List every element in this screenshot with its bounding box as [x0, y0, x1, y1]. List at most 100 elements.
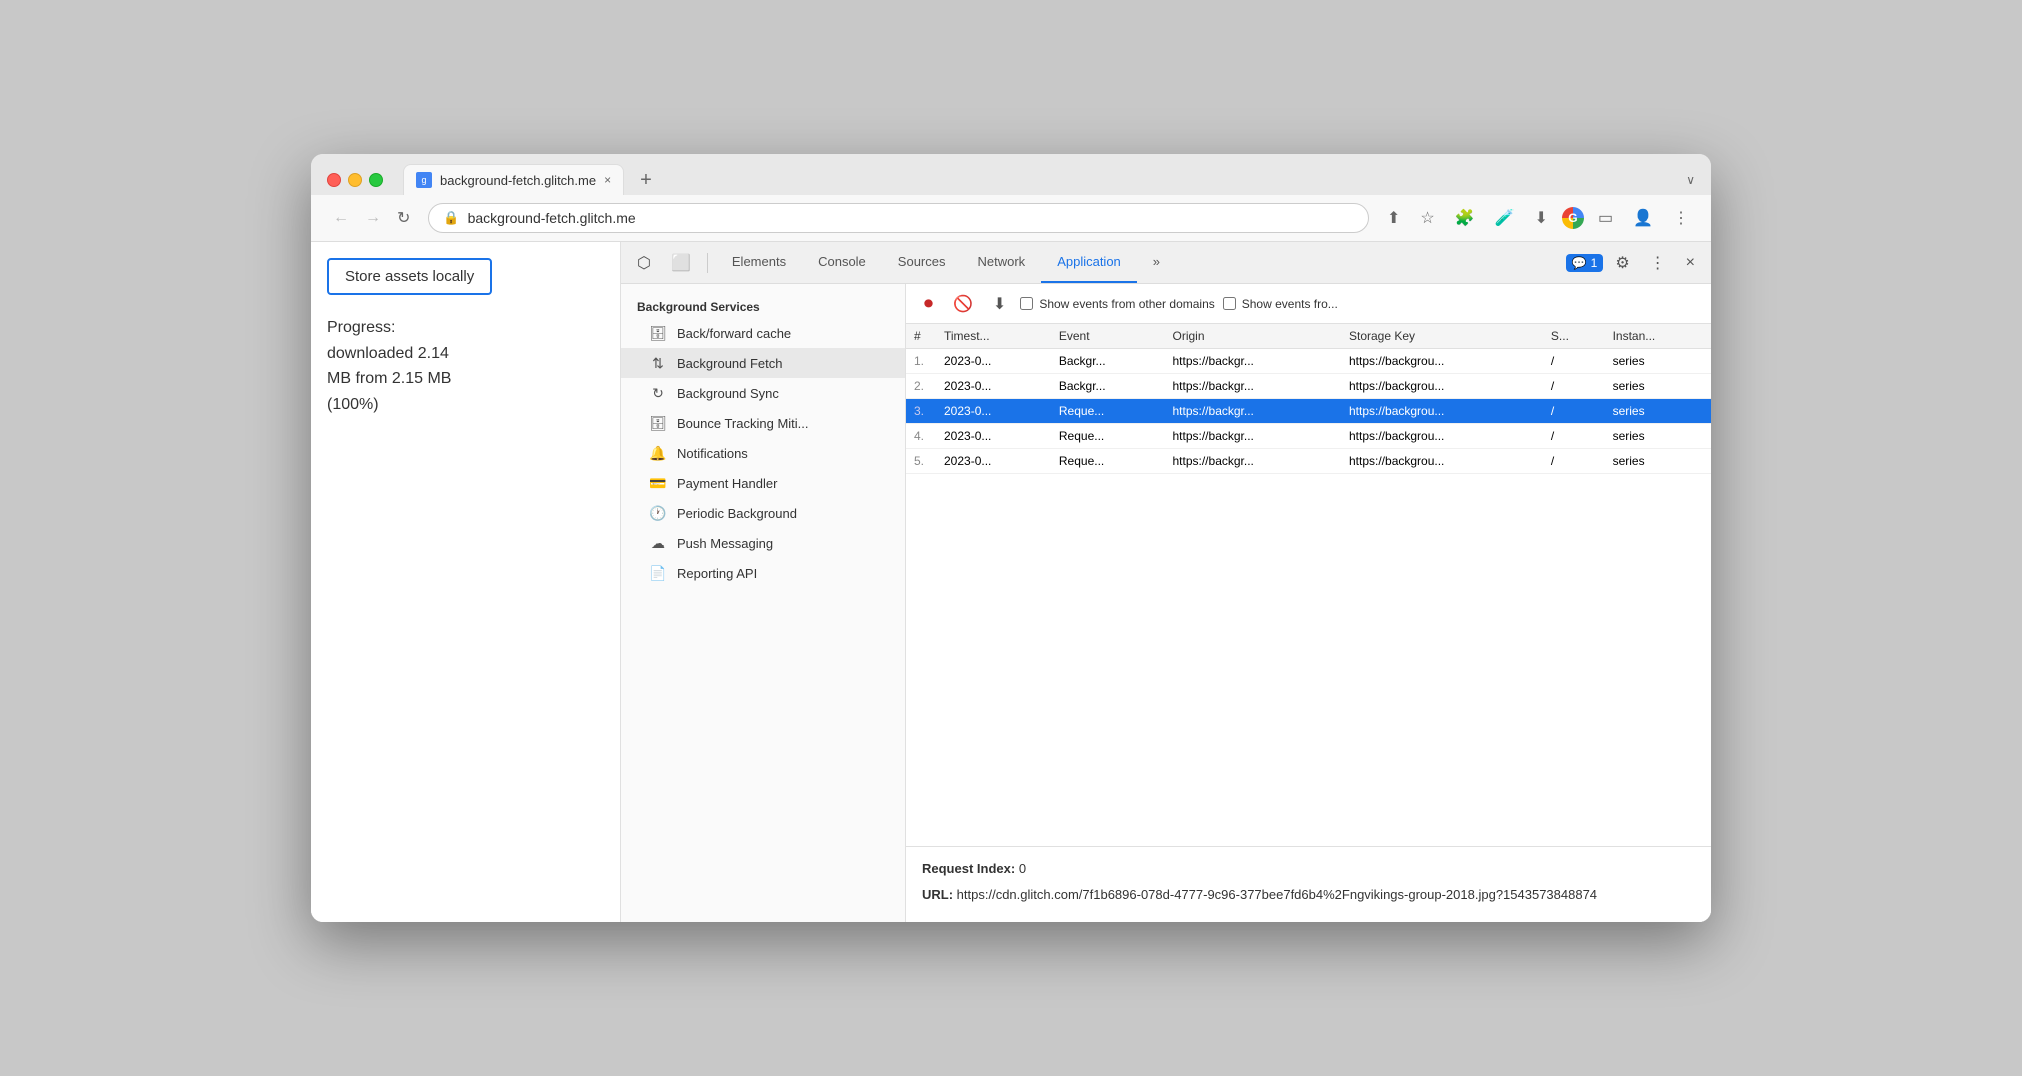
cell-timestamp: 2023-0...: [936, 349, 1051, 374]
cell-event: Reque...: [1051, 399, 1165, 424]
notification-badge[interactable]: 💬 1: [1566, 254, 1604, 272]
tab-elements[interactable]: Elements: [716, 242, 802, 283]
cell-num: 4.: [906, 424, 936, 449]
cell-origin: https://backgr...: [1165, 349, 1342, 374]
share-icon[interactable]: ⬆: [1381, 204, 1406, 232]
maximize-button[interactable]: [369, 173, 383, 187]
close-button[interactable]: [327, 173, 341, 187]
new-tab-button[interactable]: +: [632, 170, 660, 190]
sidebar-item-background-fetch[interactable]: ⇅ Background Fetch: [621, 348, 905, 378]
sidebar-item-bounce-tracking[interactable]: 🗄 Bounce Tracking Miti...: [621, 408, 905, 438]
sidebar-item-push-messaging[interactable]: ☁ Push Messaging: [621, 528, 905, 558]
sidebar-item-label: Background Fetch: [677, 356, 783, 371]
notifications-icon: 🔔: [649, 444, 667, 462]
menu-icon[interactable]: ⋮: [1667, 204, 1695, 232]
tab-sources[interactable]: Sources: [882, 242, 962, 283]
store-assets-button[interactable]: Store assets locally: [327, 258, 492, 295]
sidebar-item-background-sync[interactable]: ↻ Background Sync: [621, 378, 905, 408]
clear-button[interactable]: 🚫: [947, 291, 979, 317]
cell-timestamp: 2023-0...: [936, 449, 1051, 474]
sidebar-item-label: Periodic Background: [677, 506, 797, 521]
devtools-more-button[interactable]: ⋮: [1642, 249, 1674, 277]
sidebar-item-payment-handler[interactable]: 💳 Payment Handler: [621, 468, 905, 498]
record-button[interactable]: ⏺: [918, 290, 939, 317]
google-icon[interactable]: G: [1562, 207, 1584, 229]
device-toolbar-button[interactable]: ⬜: [663, 249, 699, 277]
devtools-right-controls: 💬 1 ⚙ ⋮ ×: [1566, 249, 1703, 277]
cell-s: /: [1543, 449, 1605, 474]
refresh-button[interactable]: ↻: [391, 204, 416, 232]
cell-num: 2.: [906, 374, 936, 399]
col-timestamp: Timest...: [936, 324, 1051, 349]
table-row[interactable]: 2. 2023-0... Backgr... https://backgr...…: [906, 374, 1711, 399]
cell-event: Reque...: [1051, 424, 1165, 449]
minimize-button[interactable]: [348, 173, 362, 187]
browser-tab[interactable]: g background-fetch.glitch.me ×: [403, 164, 624, 195]
sidebar-item-reporting-api[interactable]: 📄 Reporting API: [621, 558, 905, 588]
cell-storage-key: https://backgrou...: [1341, 449, 1543, 474]
table-row[interactable]: 4. 2023-0... Reque... https://backgr... …: [906, 424, 1711, 449]
devtools-settings-button[interactable]: ⚙: [1607, 249, 1637, 277]
tab-more[interactable]: »: [1137, 242, 1176, 283]
tab-close-button[interactable]: ×: [604, 173, 611, 187]
cell-timestamp: 2023-0...: [936, 424, 1051, 449]
sidebar-item-notifications[interactable]: 🔔 Notifications: [621, 438, 905, 468]
devtools-sidebar: Background Services 🗄 Back/forward cache…: [621, 284, 906, 922]
background-fetch-icon: ⇅: [649, 354, 667, 372]
sidebar-item-label: Push Messaging: [677, 536, 773, 551]
cell-instance: series: [1605, 449, 1711, 474]
cell-num: 5.: [906, 449, 936, 474]
devtools-close-button[interactable]: ×: [1678, 250, 1703, 276]
address-input[interactable]: 🔒 background-fetch.glitch.me: [428, 203, 1369, 233]
profile-icon[interactable]: 🧪: [1489, 204, 1521, 232]
request-index-value: 0: [1019, 861, 1026, 876]
table-row[interactable]: 3. 2023-0... Reque... https://backgr... …: [906, 399, 1711, 424]
log-controls: ⏺ 🚫 ⬇ Show events from other domains Sho…: [906, 284, 1711, 324]
tab-application[interactable]: Application: [1041, 242, 1137, 283]
sidebar-toggle-icon[interactable]: ▭: [1592, 204, 1619, 232]
download-icon[interactable]: ⬇: [1529, 204, 1554, 232]
progress-line1: Progress:: [327, 315, 604, 341]
col-s: S...: [1543, 324, 1605, 349]
extensions-icon[interactable]: 🧩: [1449, 204, 1481, 232]
sidebar-item-periodic-background[interactable]: 🕐 Periodic Background: [621, 498, 905, 528]
profile-avatar-icon[interactable]: 👤: [1627, 204, 1659, 232]
tab-dropdown-button[interactable]: ∨: [1686, 173, 1695, 187]
url-label: URL:: [922, 887, 953, 902]
back-button[interactable]: ←: [327, 205, 355, 231]
inspect-element-button[interactable]: ⬡: [629, 249, 659, 277]
toolbar-icons: ⬆ ☆ 🧩 🧪 ⬇ G ▭ 👤 ⋮: [1381, 204, 1695, 232]
progress-line2: downloaded 2.14: [327, 341, 604, 367]
progress-line4: (100%): [327, 392, 604, 418]
cell-instance: series: [1605, 424, 1711, 449]
tab-network[interactable]: Network: [962, 242, 1042, 283]
col-event: Event: [1051, 324, 1165, 349]
bounce-tracking-icon: 🗄: [649, 414, 667, 432]
show-other-domains-checkbox[interactable]: Show events from other domains: [1020, 297, 1214, 311]
cell-origin: https://backgr...: [1165, 449, 1342, 474]
progress-text: Progress: downloaded 2.14 MB from 2.15 M…: [327, 315, 604, 417]
sidebar-item-back-forward-cache[interactable]: 🗄 Back/forward cache: [621, 318, 905, 348]
devtools-tabs: Elements Console Sources Network Applica…: [716, 242, 1176, 283]
sidebar-item-label: Bounce Tracking Miti...: [677, 416, 809, 431]
sidebar-section-title: Background Services: [621, 292, 905, 318]
cell-event: Backgr...: [1051, 374, 1165, 399]
download-log-button[interactable]: ⬇: [987, 291, 1012, 317]
other-domains-input[interactable]: [1020, 297, 1033, 310]
request-index-label: Request Index:: [922, 861, 1015, 876]
periodic-background-icon: 🕐: [649, 504, 667, 522]
toolbar-separator: [707, 253, 708, 273]
table-row[interactable]: 1. 2023-0... Backgr... https://backgr...…: [906, 349, 1711, 374]
table-row[interactable]: 5. 2023-0... Reque... https://backgr... …: [906, 449, 1711, 474]
events-table: # Timest... Event Origin Storage Key S..…: [906, 324, 1711, 474]
cell-s: /: [1543, 399, 1605, 424]
bookmark-icon[interactable]: ☆: [1414, 204, 1440, 232]
forward-button[interactable]: →: [359, 205, 387, 231]
lock-icon: 🔒: [443, 210, 459, 226]
webpage-panel: Store assets locally Progress: downloade…: [311, 242, 621, 922]
detail-panel: Request Index: 0 URL: https://cdn.glitch…: [906, 846, 1711, 922]
events-input[interactable]: [1223, 297, 1236, 310]
show-events-checkbox[interactable]: Show events fro...: [1223, 297, 1338, 311]
cell-origin: https://backgr...: [1165, 424, 1342, 449]
tab-console[interactable]: Console: [802, 242, 882, 283]
